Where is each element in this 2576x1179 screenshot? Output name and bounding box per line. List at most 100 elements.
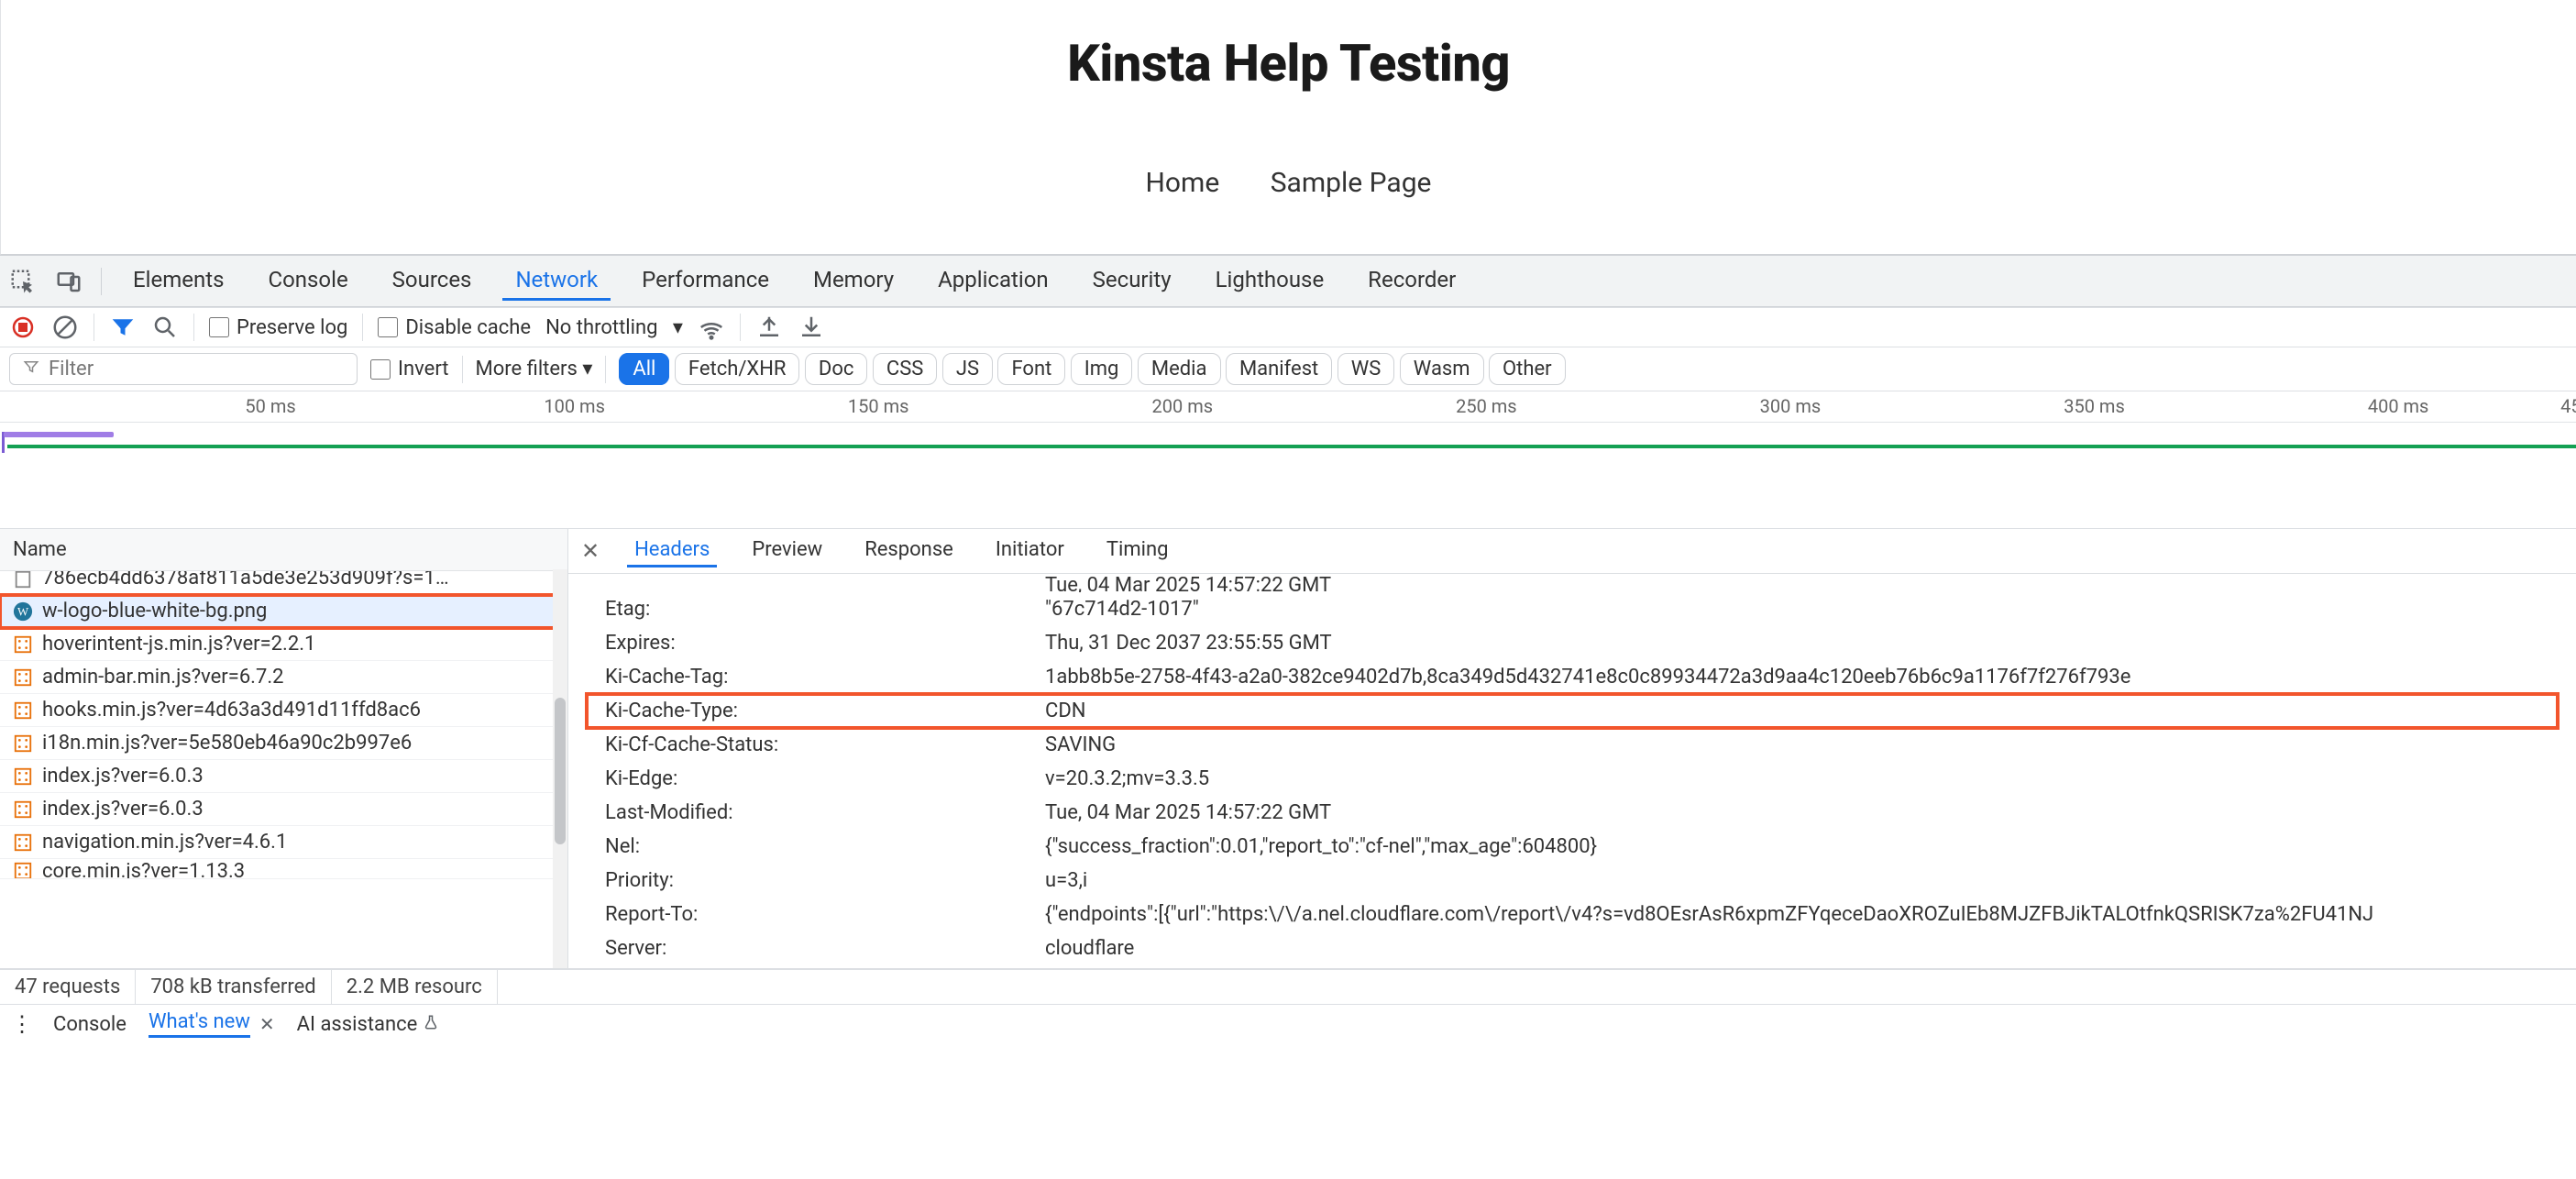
tab-security[interactable]: Security bbox=[1080, 261, 1184, 301]
network-timeline[interactable]: 50 ms100 ms150 ms200 ms250 ms300 ms350 m… bbox=[0, 391, 2576, 529]
request-row[interactable]: 786ecb4dd6378af811a5de3e253d909f?s=1… bbox=[0, 571, 567, 595]
network-conditions-icon[interactable] bbox=[698, 314, 725, 341]
disable-cache-checkbox[interactable]: Disable cache bbox=[378, 316, 531, 339]
status-requests: 47 requests bbox=[0, 970, 136, 1004]
search-icon[interactable] bbox=[151, 314, 179, 341]
filter-input[interactable]: Filter bbox=[9, 353, 358, 385]
file-icon bbox=[13, 634, 33, 655]
request-name: hooks.min.js?ver=4d63a3d491d11ffd8ac6 bbox=[42, 699, 421, 722]
filter-chip-wasm[interactable]: Wasm bbox=[1400, 353, 1484, 385]
header-value: SAVING bbox=[1045, 733, 1116, 756]
response-header-row: Ki-Cache-Tag:1abb8b5e-2758-4f43-a2a0-382… bbox=[587, 660, 2558, 694]
tab-lighthouse[interactable]: Lighthouse bbox=[1203, 261, 1338, 301]
tab-console[interactable]: Console bbox=[255, 261, 360, 301]
filter-chip-img[interactable]: Img bbox=[1071, 353, 1133, 385]
tab-performance[interactable]: Performance bbox=[629, 261, 782, 301]
header-key: Ki-Cf-Cache-Status: bbox=[605, 733, 1045, 756]
header-value: {"endpoints":[{"url":"https:\/\/a.nel.cl… bbox=[1045, 903, 2373, 926]
record-icon[interactable] bbox=[9, 314, 37, 341]
device-toolbar-icon[interactable] bbox=[55, 268, 83, 295]
request-row[interactable]: admin-bar.min.js?ver=6.7.2 bbox=[0, 661, 567, 694]
nav-home[interactable]: Home bbox=[1146, 167, 1220, 199]
header-key: Nel: bbox=[605, 835, 1045, 858]
details-tab-preview[interactable]: Preview bbox=[744, 534, 830, 567]
response-header-row: Ki-Cf-Cache-Status:SAVING bbox=[587, 728, 2558, 762]
drawer-console[interactable]: Console bbox=[53, 1013, 127, 1036]
status-transferred: 708 kB transferred bbox=[136, 970, 331, 1004]
header-value: cloudflare bbox=[1045, 937, 1134, 960]
drawer-ai-assistance[interactable]: AI assistance bbox=[297, 1013, 439, 1036]
request-row[interactable]: i18n.min.js?ver=5e580eb46a90c2b997e6 bbox=[0, 727, 567, 760]
response-header-row: Ki-Cache-Type:CDN bbox=[587, 694, 2558, 728]
header-value: u=3,i bbox=[1045, 869, 1087, 892]
timeline-mark: 150 ms bbox=[848, 395, 909, 417]
drawer-close-icon[interactable]: ✕ bbox=[259, 1013, 275, 1035]
header-value: CDN bbox=[1045, 700, 1085, 722]
filter-chip-fetch-xhr[interactable]: Fetch/XHR bbox=[675, 353, 800, 385]
request-row[interactable]: hooks.min.js?ver=4d63a3d491d11ffd8ac6 bbox=[0, 694, 567, 727]
clear-icon[interactable] bbox=[51, 314, 79, 341]
filter-chip-font[interactable]: Font bbox=[997, 353, 1065, 385]
export-har-icon[interactable] bbox=[798, 314, 825, 341]
column-header-name[interactable]: Name bbox=[0, 529, 567, 571]
tab-network[interactable]: Network bbox=[502, 261, 611, 301]
filter-chip-manifest[interactable]: Manifest bbox=[1226, 353, 1332, 385]
request-name: core.min.js?ver=1.13.3 bbox=[42, 860, 245, 880]
header-value: Thu, 31 Dec 2037 23:55:55 GMT bbox=[1045, 632, 1332, 655]
header-value: 1abb8b5e-2758-4f43-a2a0-382ce9402d7b,8ca… bbox=[1045, 666, 2130, 689]
inspect-element-icon[interactable] bbox=[9, 268, 37, 295]
response-header-row: Nel:{"success_fraction":0.01,"report_to"… bbox=[587, 830, 2558, 864]
details-tab-headers[interactable]: Headers bbox=[627, 534, 717, 567]
file-icon bbox=[13, 861, 33, 879]
tab-application[interactable]: Application bbox=[925, 261, 1062, 301]
drawer-kebab-icon[interactable]: ⋮ bbox=[11, 1011, 31, 1037]
more-filters[interactable]: More filters ▾ bbox=[476, 358, 593, 380]
filter-chip-doc[interactable]: Doc bbox=[805, 353, 868, 385]
header-key: Report-To: bbox=[605, 903, 1045, 926]
request-row[interactable]: hoverintent-js.min.js?ver=2.2.1 bbox=[0, 628, 567, 661]
throttling-select[interactable]: No throttling ▾ bbox=[545, 316, 683, 339]
import-har-icon[interactable] bbox=[755, 314, 783, 341]
tab-memory[interactable]: Memory bbox=[800, 261, 907, 301]
header-value: Tue, 04 Mar 2025 14:57:22 GMT bbox=[1045, 801, 1331, 824]
filter-chip-media[interactable]: Media bbox=[1138, 353, 1221, 385]
drawer-whats-new[interactable]: What's new bbox=[149, 1010, 250, 1038]
details-tab-timing[interactable]: Timing bbox=[1099, 534, 1176, 567]
file-icon bbox=[13, 571, 33, 590]
preserve-log-checkbox[interactable]: Preserve log bbox=[209, 316, 347, 339]
close-details-icon[interactable]: ✕ bbox=[581, 538, 600, 564]
flask-icon bbox=[423, 1013, 439, 1036]
filter-chip-all[interactable]: All bbox=[619, 353, 669, 385]
chevron-down-icon: ▾ bbox=[673, 316, 683, 339]
request-details: ✕ Headers Preview Response Initiator Tim… bbox=[568, 529, 2576, 968]
header-value: "67c714d2-1017" bbox=[1045, 598, 1199, 621]
nav-sample-page[interactable]: Sample Page bbox=[1271, 167, 1432, 199]
request-row[interactable]: navigation.min.js?ver=4.6.1 bbox=[0, 826, 567, 859]
details-tab-initiator[interactable]: Initiator bbox=[988, 534, 1072, 567]
filter-chip-ws[interactable]: WS bbox=[1338, 353, 1395, 385]
filter-chip-css[interactable]: CSS bbox=[873, 353, 937, 385]
request-row[interactable]: index.js?ver=6.0.3 bbox=[0, 793, 567, 826]
network-status-line: 47 requests 708 kB transferred 2.2 MB re… bbox=[0, 969, 2576, 1004]
header-key: Priority: bbox=[605, 869, 1045, 892]
filter-chip-other[interactable]: Other bbox=[1489, 353, 1566, 385]
invert-checkbox[interactable]: Invert bbox=[370, 358, 449, 380]
request-row[interactable]: index.js?ver=6.0.3 bbox=[0, 760, 567, 793]
timeline-mark: 200 ms bbox=[1152, 395, 1214, 417]
devtools-drawer: ⋮ Console What's new ✕ AI assistance bbox=[0, 1004, 2576, 1043]
timeline-mark: 100 ms bbox=[544, 395, 605, 417]
header-key: Ki-Edge: bbox=[605, 767, 1045, 790]
filter-funnel-icon[interactable] bbox=[109, 314, 137, 341]
tab-elements[interactable]: Elements bbox=[120, 261, 237, 301]
file-icon bbox=[13, 799, 33, 820]
tab-sources[interactable]: Sources bbox=[380, 261, 485, 301]
tab-recorder[interactable]: Recorder bbox=[1355, 261, 1469, 301]
response-header-row: Ki-Edge:v=20.3.2;mv=3.3.5 bbox=[587, 762, 2558, 796]
timeline-mark: 50 ms bbox=[245, 395, 295, 417]
request-row[interactable]: core.min.js?ver=1.13.3 bbox=[0, 859, 567, 879]
request-list-scrollbar[interactable] bbox=[553, 569, 567, 968]
filter-chip-js[interactable]: JS bbox=[942, 353, 993, 385]
details-tab-response[interactable]: Response bbox=[857, 534, 961, 567]
request-row[interactable]: Ww-logo-blue-white-bg.png bbox=[0, 595, 567, 628]
file-icon bbox=[13, 667, 33, 688]
